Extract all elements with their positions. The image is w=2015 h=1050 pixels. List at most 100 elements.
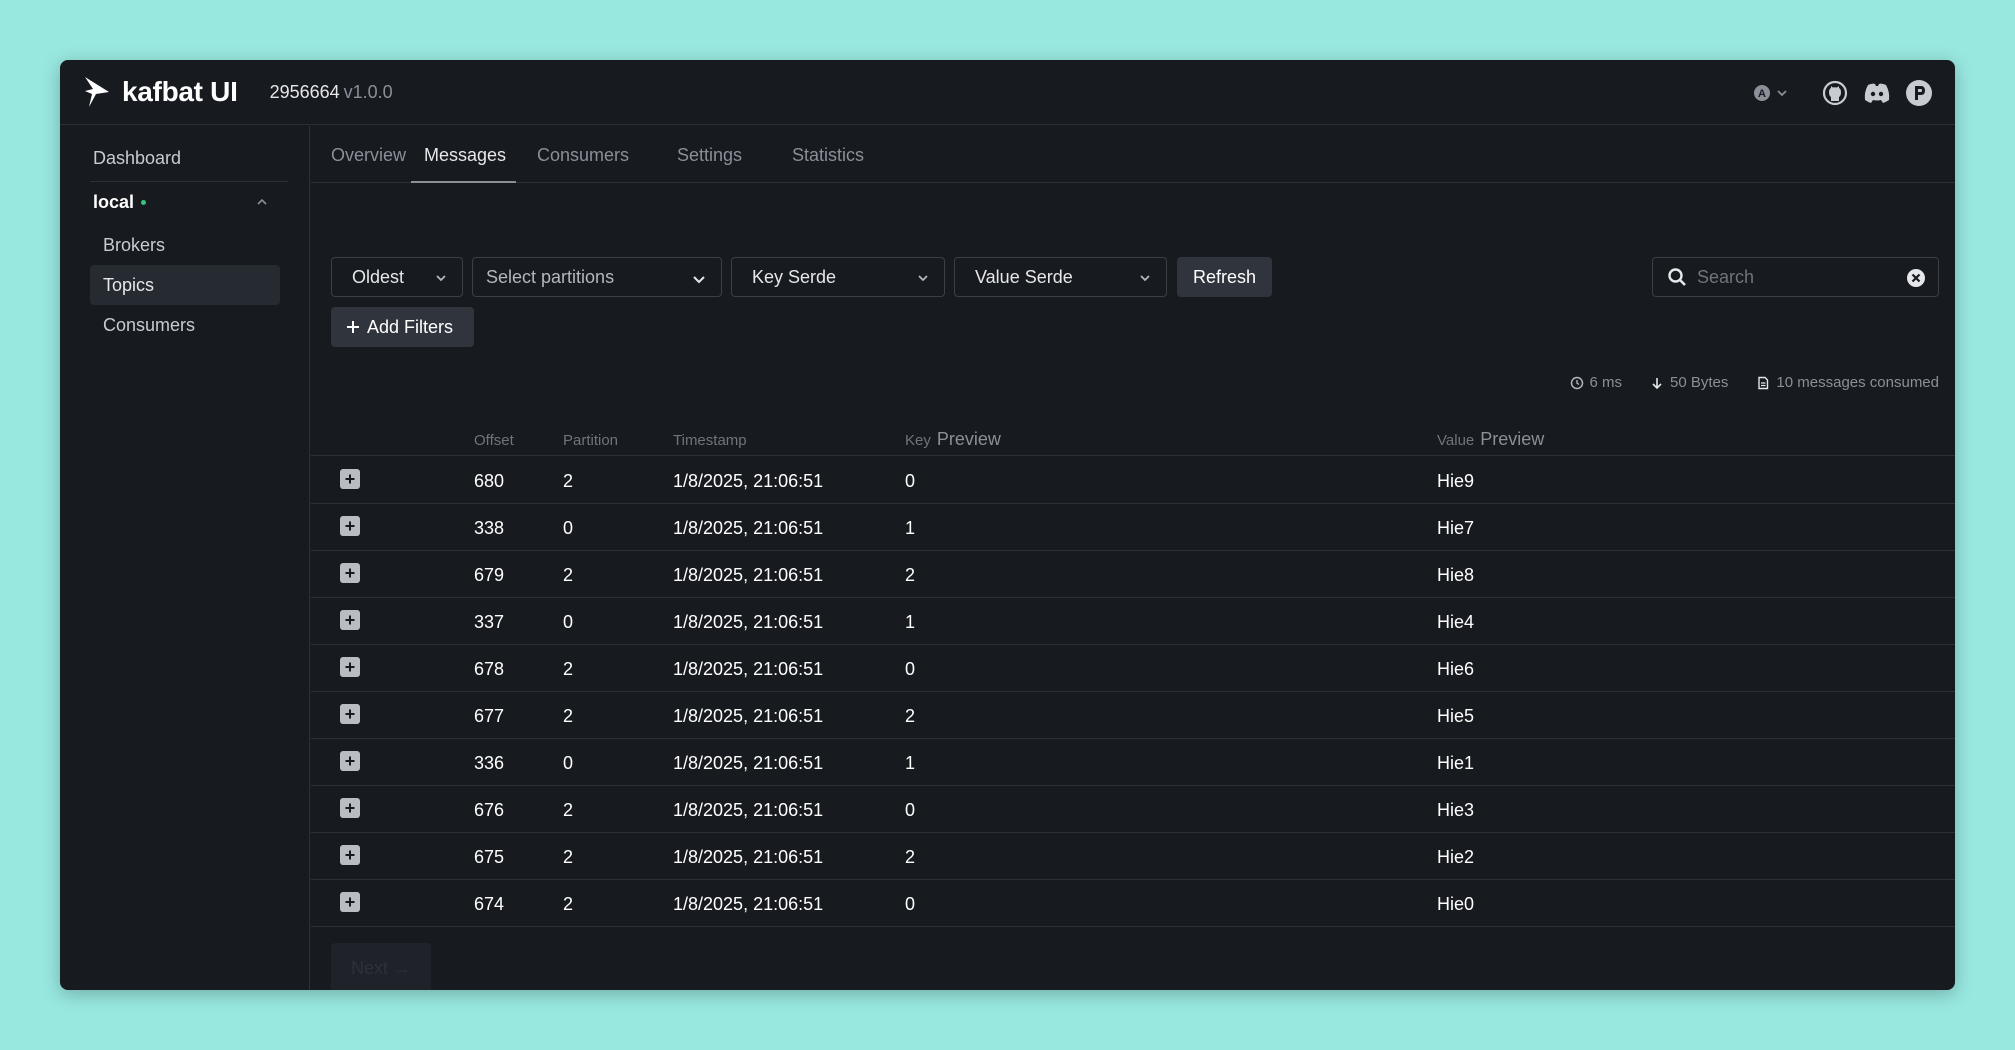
cell-key: 2 [905,565,916,585]
producthunt-icon[interactable] [1905,79,1933,107]
cell-partition: 2 [563,800,574,820]
refresh-button[interactable]: Refresh [1177,257,1272,297]
cell-timestamp: 1/8/2025, 21:06:51 [673,612,824,632]
kafbat-logo-icon [85,77,109,107]
brand-name: kafbat UI [122,76,238,107]
table-row[interactable]: 679 2 1/8/2025, 21:06:51 2 Hie8 [311,551,1955,598]
expand-row-icon[interactable] [340,563,360,583]
clear-search-icon[interactable] [1906,268,1926,288]
cell-key: 1 [905,612,916,632]
search-input[interactable] [1697,266,1897,288]
expand-row-icon[interactable] [340,610,360,630]
header-key-label: Key [905,432,931,449]
header-timestamp[interactable]: Timestamp [673,432,747,449]
cluster-name: local [93,192,135,212]
logo[interactable]: kafbat UI [82,75,238,109]
version-info: 2956664 v1.0.0 [270,82,393,103]
table-row[interactable]: 674 2 1/8/2025, 21:06:51 0 Hie0 [311,880,1955,927]
elapsed-value: 6 ms [1589,374,1623,391]
tab-settings[interactable]: Settings [677,145,742,183]
partitions-placeholder: Select partitions [486,266,615,287]
header-value-label: Value [1437,432,1475,449]
cell-timestamp: 1/8/2025, 21:06:51 [673,894,824,914]
key-serde-select[interactable]: Key Serde [731,257,945,297]
table-row[interactable]: 338 0 1/8/2025, 21:06:51 1 Hie7 [311,504,1955,551]
tab-consumers[interactable]: Consumers [537,145,629,183]
discord-icon[interactable] [1863,79,1891,107]
bytes-stat: 50 Bytes [1650,374,1728,391]
header-value: Value Preview [1437,429,1544,450]
cell-timestamp: 1/8/2025, 21:06:51 [673,706,824,726]
cell-timestamp: 1/8/2025, 21:06:51 [673,518,824,538]
table-row[interactable]: 337 0 1/8/2025, 21:06:51 1 Hie4 [311,598,1955,645]
header-key-preview[interactable]: Preview [937,429,1001,450]
expand-row-icon[interactable] [340,798,360,818]
theme-toggle[interactable]: A [1753,84,1789,102]
cell-offset: 679 [474,565,505,585]
tab-messages[interactable]: Messages [411,145,516,183]
cell-value: Hie6 [1437,659,1475,679]
expand-row-icon[interactable] [340,469,360,489]
partitions-select[interactable]: Select partitions [472,257,722,297]
tab-overview[interactable]: Overview [331,145,406,183]
github-icon[interactable] [1821,79,1849,107]
topic-tabs: Overview Messages Consumers Settings Sta… [311,126,1955,183]
cell-offset: 680 [474,471,505,491]
value-serde-value: Value Serde [975,266,1073,287]
table-row[interactable]: 677 2 1/8/2025, 21:06:51 2 Hie5 [311,692,1955,739]
cell-value: Hie9 [1437,471,1475,491]
cell-partition: 0 [563,753,574,773]
version-tag: v1.0.0 [343,81,393,102]
next-page-button[interactable]: Next → [331,943,431,990]
cell-value: Hie1 [1437,753,1475,773]
cell-key: 1 [905,518,916,538]
expand-row-icon[interactable] [340,516,360,536]
header-key: Key Preview [905,429,1001,450]
chevron-down-icon [918,275,928,282]
consumed-stat: 10 messages consumed [1756,374,1939,391]
table-row[interactable]: 676 2 1/8/2025, 21:06:51 0 Hie3 [311,786,1955,833]
consumed-value: 10 messages consumed [1776,374,1939,391]
sidebar-cluster-local[interactable]: local [93,192,147,213]
value-serde-select[interactable]: Value Serde [954,257,1167,297]
header-partition[interactable]: Partition [563,432,618,449]
sidebar-item-dashboard[interactable]: Dashboard [93,148,181,169]
sidebar-divider [90,181,288,182]
cell-timestamp: 1/8/2025, 21:06:51 [673,471,824,491]
chevron-down-icon [1140,275,1150,282]
tab-statistics[interactable]: Statistics [792,145,864,183]
table-row[interactable]: 678 2 1/8/2025, 21:06:51 0 Hie6 [311,645,1955,692]
table-row[interactable]: 675 2 1/8/2025, 21:06:51 2 Hie2 [311,833,1955,880]
chevron-down-icon [436,275,446,282]
cell-value: Hie7 [1437,518,1475,538]
sidebar-item-topics[interactable]: Topics [90,265,280,305]
cell-offset: 337 [474,612,505,632]
search-icon [1668,268,1686,286]
expand-row-icon[interactable] [340,751,360,771]
svg-text:A: A [1758,88,1766,100]
chevron-up-icon[interactable] [255,195,269,209]
clock-icon [1570,376,1583,389]
cell-key: 2 [905,847,916,867]
cell-partition: 0 [563,612,574,632]
expand-row-icon[interactable] [340,657,360,677]
cell-timestamp: 1/8/2025, 21:06:51 [673,800,824,820]
add-filters-button[interactable]: Add Filters [331,307,474,347]
cell-key: 0 [905,894,916,914]
plus-icon [347,321,359,333]
cell-partition: 2 [563,894,574,914]
cell-partition: 0 [563,518,574,538]
expand-row-icon[interactable] [340,845,360,865]
expand-row-icon[interactable] [340,892,360,912]
sidebar-item-brokers[interactable]: Brokers [90,225,280,265]
header-value-preview[interactable]: Preview [1480,429,1544,450]
seek-type-select[interactable]: Oldest [331,257,463,297]
table-row[interactable]: 336 0 1/8/2025, 21:06:51 1 Hie1 [311,739,1955,786]
file-icon [1758,376,1769,389]
header-offset[interactable]: Offset [474,432,514,449]
cell-value: Hie8 [1437,565,1475,585]
sidebar-item-consumers[interactable]: Consumers [90,305,280,345]
expand-row-icon[interactable] [340,704,360,724]
cell-offset: 676 [474,800,505,820]
table-row[interactable]: 680 2 1/8/2025, 21:06:51 0 Hie9 [311,457,1955,504]
